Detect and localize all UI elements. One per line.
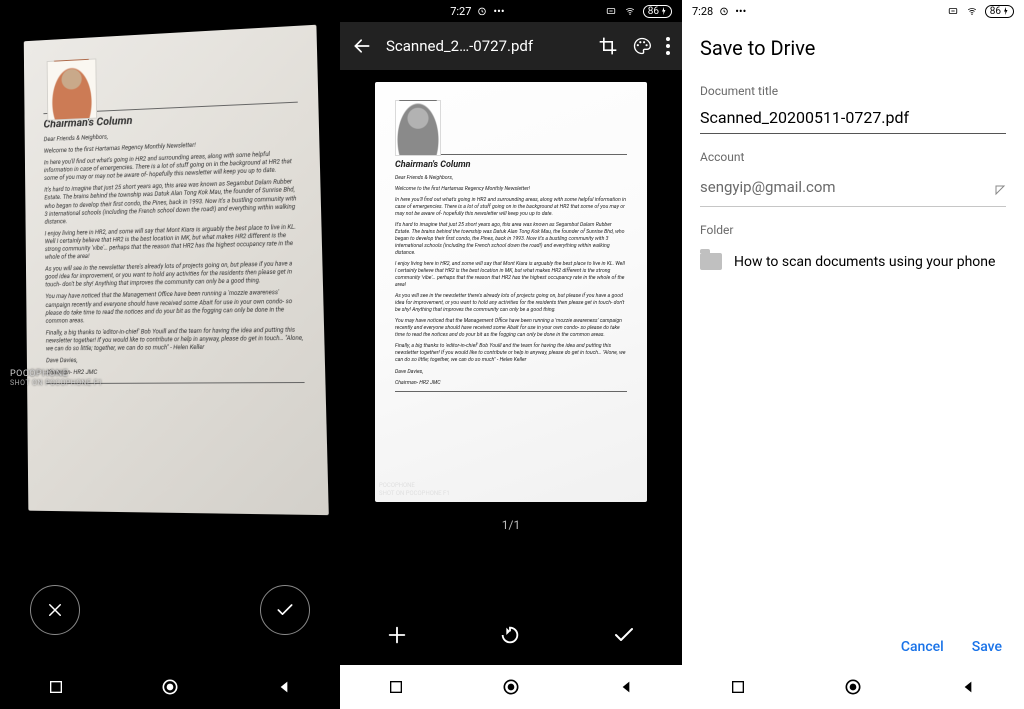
panel-pdf-editor: 7:27 ••• 86 Scanned_2…-0727.pdf Chairman… bbox=[340, 0, 682, 709]
doc-p6: Finally, a big thanks to 'editor-in-chie… bbox=[46, 326, 304, 353]
status-time: 7:28 bbox=[692, 5, 713, 18]
folder-selector[interactable]: How to scan documents using your phone bbox=[700, 243, 1006, 270]
x-icon bbox=[46, 601, 64, 619]
appbar-title: Scanned_2…-0727.pdf bbox=[386, 37, 584, 55]
camera-viewport: Chairman's Column Dear Friends & Neighbo… bbox=[0, 0, 340, 555]
folder-value: How to scan documents using your phone bbox=[734, 254, 995, 270]
save-button[interactable]: Save bbox=[972, 639, 1002, 655]
palette-icon[interactable] bbox=[632, 36, 652, 56]
doc-title: Chairman's Column bbox=[395, 159, 627, 171]
doc-p5: You may have noticed that the Management… bbox=[45, 289, 303, 325]
android-navbar bbox=[682, 665, 1024, 709]
portrait-photo bbox=[47, 58, 97, 120]
portrait-photo bbox=[395, 100, 441, 156]
status-bar: 7:27 ••• 86 bbox=[340, 0, 682, 22]
more-dots-icon: ••• bbox=[735, 5, 746, 18]
check-icon bbox=[275, 600, 295, 620]
more-dots-icon: ••• bbox=[493, 5, 504, 18]
doc-p2: It's hard to imagine that just 25 short … bbox=[395, 222, 627, 257]
done-button[interactable] bbox=[612, 623, 636, 647]
doc-p1: In here you'll find out what's going in … bbox=[44, 150, 300, 183]
cancel-button[interactable]: Cancel bbox=[901, 639, 944, 655]
doc-title-input[interactable] bbox=[700, 104, 1006, 134]
recent-apps-icon[interactable] bbox=[48, 679, 64, 695]
doc-p5: You may have noticed that the Management… bbox=[395, 318, 627, 339]
doc-sig1: Dave Davies, bbox=[46, 355, 304, 365]
back-icon[interactable] bbox=[618, 679, 634, 695]
doc-p4: As you will see in the newsletter there'… bbox=[395, 293, 627, 314]
retake-button[interactable] bbox=[499, 624, 521, 646]
overflow-menu-icon[interactable] bbox=[666, 37, 670, 55]
dialog-title: Save to Drive bbox=[682, 22, 1024, 70]
alarm-icon bbox=[477, 6, 487, 16]
scanned-page[interactable]: Chairman's Column Dear Friends & Neighbo… bbox=[375, 82, 647, 502]
page-indicator: 1/1 bbox=[502, 518, 520, 532]
alarm-icon bbox=[719, 6, 729, 16]
status-time: 7:27 bbox=[450, 5, 471, 18]
battery-pill: 86 bbox=[985, 5, 1014, 18]
panel-save-to-drive: 7:28 ••• 86 Save to Drive Document title… bbox=[682, 0, 1024, 709]
doc-p1: In here you'll find out what's going in … bbox=[395, 197, 627, 218]
scan-confirm-bar bbox=[0, 555, 340, 665]
recent-apps-icon[interactable] bbox=[388, 679, 404, 695]
battery-pill: 86 bbox=[643, 5, 672, 18]
accept-scan-button[interactable] bbox=[260, 585, 310, 635]
status-bar: 7:28 ••• 86 bbox=[682, 0, 1024, 22]
do-not-disturb-icon bbox=[605, 6, 617, 16]
account-value: sengyip@gmail.com bbox=[700, 178, 836, 196]
back-icon[interactable] bbox=[960, 679, 976, 695]
back-icon[interactable] bbox=[276, 679, 292, 695]
camera-watermark: POCOPHONE SHOT ON POCOPHONE F1 bbox=[10, 369, 103, 387]
panel-scan-preview: Chairman's Column Dear Friends & Neighbo… bbox=[0, 0, 340, 709]
folder-icon bbox=[700, 253, 722, 270]
account-selector[interactable]: sengyip@gmail.com bbox=[700, 170, 1006, 207]
doc-p3: I enjoy living here in HR2, and some wil… bbox=[395, 261, 627, 289]
do-not-disturb-icon bbox=[947, 6, 959, 16]
wifi-icon bbox=[965, 6, 979, 16]
editor-canvas: Chairman's Column Dear Friends & Neighbo… bbox=[340, 70, 682, 605]
home-icon[interactable] bbox=[160, 677, 180, 697]
android-navbar bbox=[340, 665, 682, 709]
reject-scan-button[interactable] bbox=[30, 585, 80, 635]
doc-sig2: Chairman- HR2 JMC bbox=[395, 380, 627, 387]
wifi-icon bbox=[623, 6, 637, 16]
doc-p2: It's hard to imagine that just 25 short … bbox=[44, 178, 300, 226]
folder-label: Folder bbox=[700, 223, 1006, 237]
back-arrow-icon[interactable] bbox=[352, 36, 372, 56]
account-label: Account bbox=[700, 150, 1006, 164]
home-icon[interactable] bbox=[501, 677, 521, 697]
add-page-button[interactable] bbox=[386, 624, 408, 646]
editor-appbar: Scanned_2…-0727.pdf bbox=[340, 22, 682, 70]
doc-p3: I enjoy living here in HR2, and some wil… bbox=[45, 223, 302, 262]
scanned-page: Chairman's Column Dear Friends & Neighbo… bbox=[24, 25, 329, 515]
doc-p4: As you will see in the newsletter there'… bbox=[45, 260, 302, 290]
doc-welcome: Welcome to the first Hartamas Regency Mo… bbox=[395, 186, 627, 193]
doc-sig1: Dave Davies, bbox=[395, 369, 627, 376]
save-form: Document title Account sengyip@gmail.com… bbox=[682, 70, 1024, 270]
doc-title-label: Document title bbox=[700, 84, 1006, 98]
crop-icon[interactable] bbox=[598, 36, 618, 56]
dropdown-triangle-icon bbox=[994, 184, 1006, 196]
android-navbar bbox=[0, 665, 340, 709]
home-icon[interactable] bbox=[843, 677, 863, 697]
dialog-action-bar: Cancel Save bbox=[682, 639, 1024, 665]
doc-greeting: Dear Friends & Neighbors, bbox=[395, 175, 627, 182]
camera-watermark: POCOPHONE SHOT ON POCOPHONE F1 bbox=[379, 482, 450, 498]
recent-apps-icon[interactable] bbox=[730, 679, 746, 695]
editor-action-bar bbox=[340, 605, 682, 665]
doc-p6: Finally, a big thanks to 'editor-in-chie… bbox=[395, 343, 627, 364]
